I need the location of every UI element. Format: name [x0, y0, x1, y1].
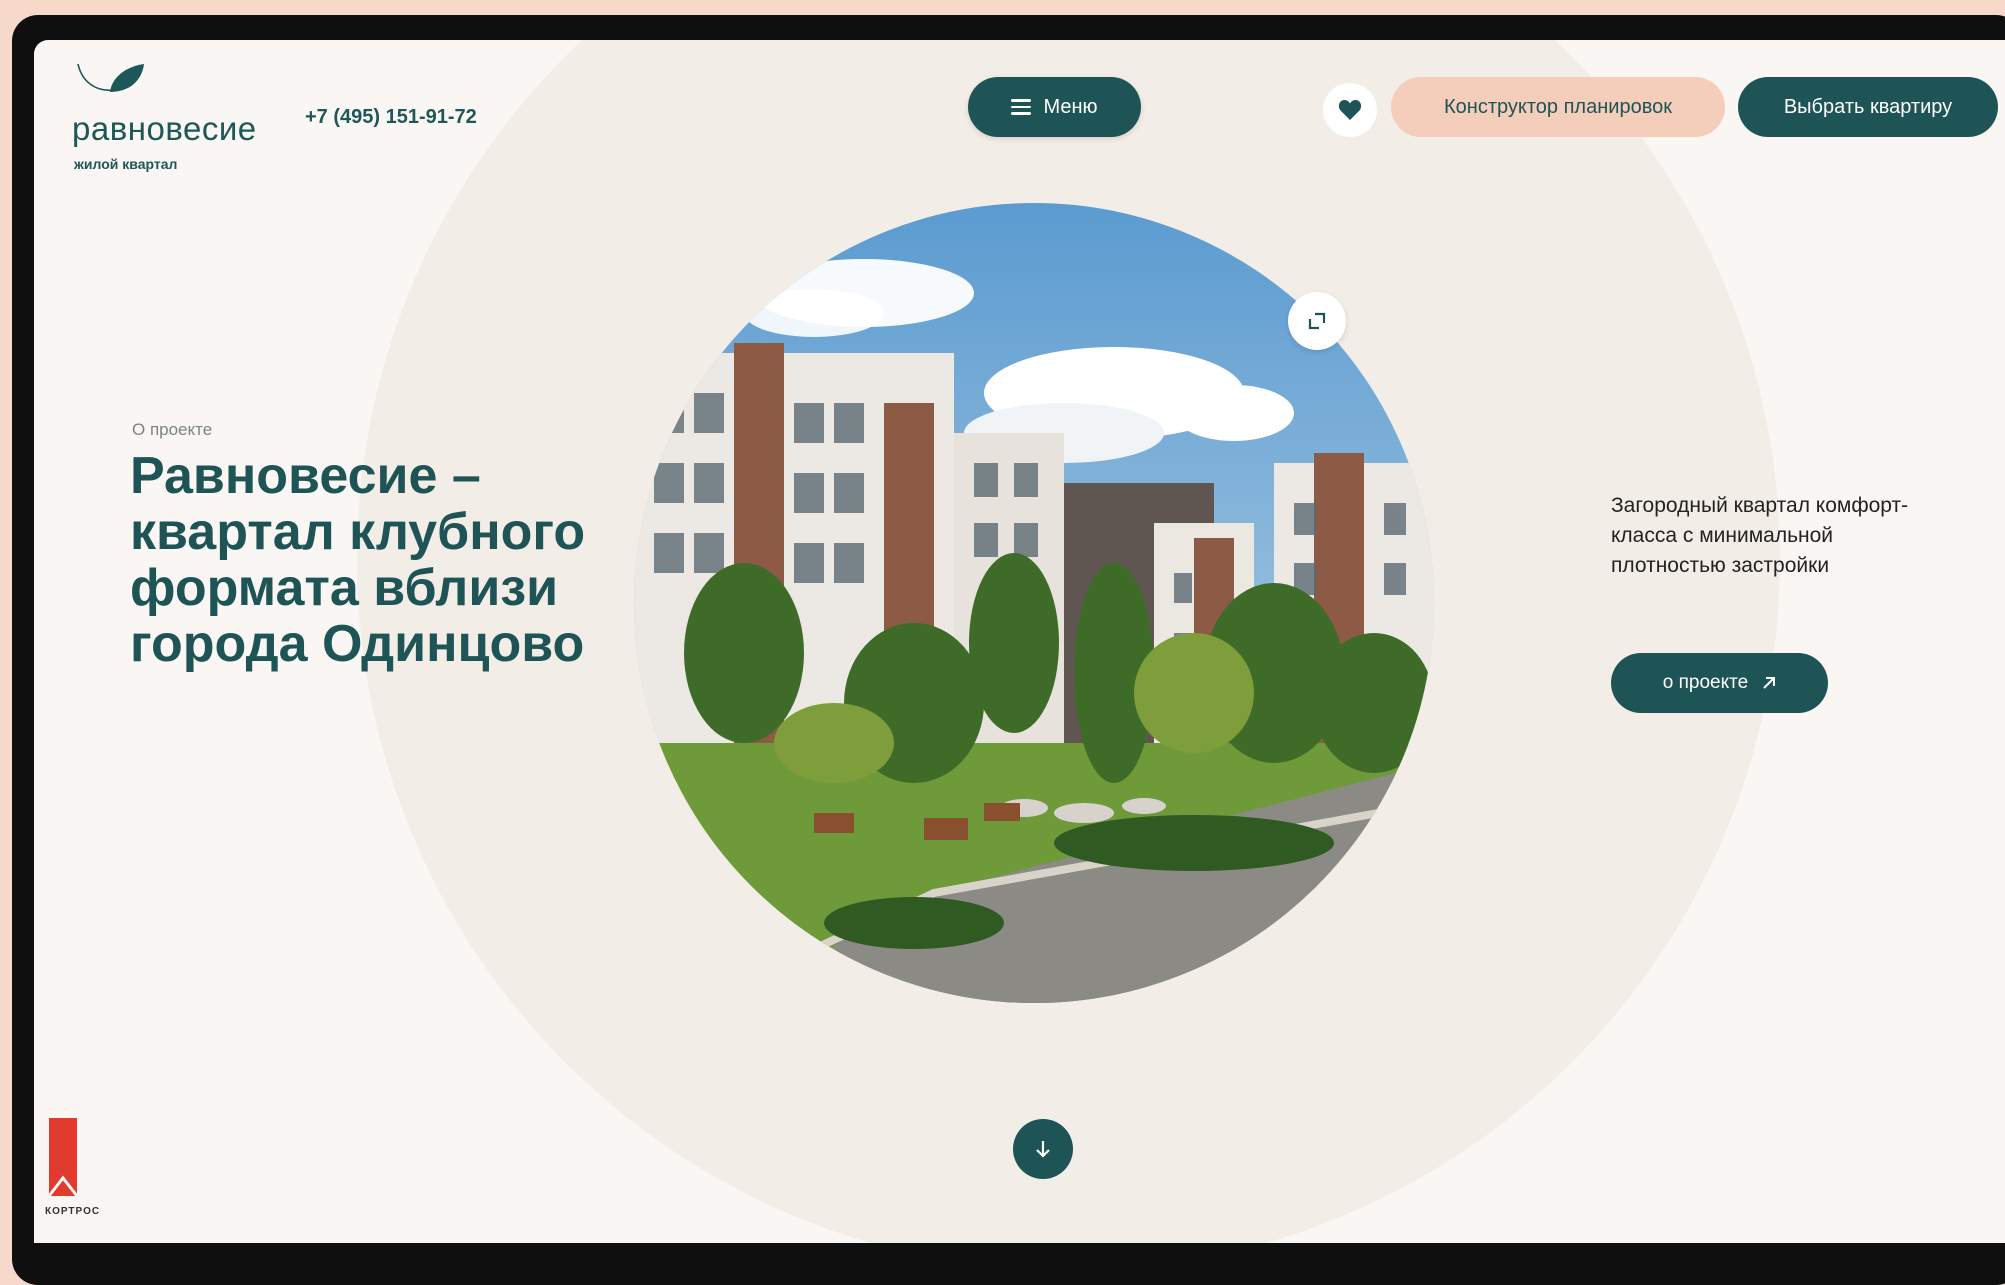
- hamburger-icon: [1011, 95, 1032, 119]
- arrow-up-right-icon: [1763, 677, 1776, 689]
- phone-link[interactable]: +7 (495) 151-91-72: [305, 106, 477, 129]
- leaf-icon: [77, 63, 144, 92]
- menu-button[interactable]: Меню: [968, 77, 1141, 137]
- site-logo[interactable]: равновесие жилой квартал: [72, 60, 302, 180]
- about-project-button[interactable]: о проекте: [1611, 653, 1828, 713]
- device-frame: равновесие жилой квартал +7 (495) 151-91…: [12, 15, 2005, 1285]
- kortros-mark: [47, 1118, 79, 1197]
- logo-subtitle: жилой квартал: [74, 156, 178, 172]
- menu-label: Меню: [1043, 95, 1098, 118]
- logo-name: равновесие: [72, 110, 257, 147]
- hero-headline: Равновесие – квартал клубного формата вб…: [130, 447, 586, 673]
- section-eyebrow: О проекте: [132, 420, 213, 439]
- developer-logo[interactable]: КОРТРОС: [45, 1118, 125, 1218]
- developer-name: КОРТРОС: [45, 1206, 101, 1217]
- arrow-down-icon: [1036, 1141, 1050, 1158]
- expand-icon: [1308, 312, 1326, 330]
- heart-icon: [1338, 100, 1362, 120]
- favorites-button[interactable]: [1323, 83, 1377, 137]
- choose-apartment-button[interactable]: Выбрать квартиру: [1738, 77, 1998, 137]
- layout-constructor-button[interactable]: Конструктор планировок: [1391, 77, 1725, 137]
- scroll-down-button[interactable]: [1013, 1119, 1073, 1179]
- fullscreen-button[interactable]: [1288, 292, 1346, 350]
- about-project-label: о проекте: [1662, 672, 1749, 693]
- project-description: Загородный квартал комфорт-класса с мини…: [1611, 494, 1909, 577]
- page-viewport: равновесие жилой квартал +7 (495) 151-91…: [34, 40, 2005, 1243]
